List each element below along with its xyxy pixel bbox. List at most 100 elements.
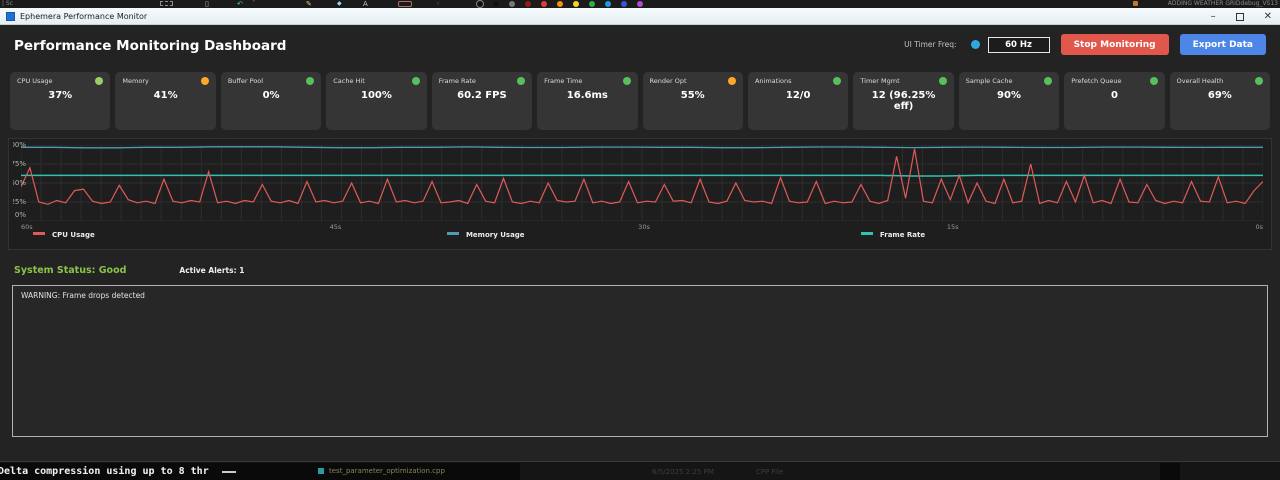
palette-color-dot xyxy=(589,1,595,7)
palette-color-dot xyxy=(509,1,515,7)
export-data-button[interactable]: Export Data xyxy=(1179,34,1266,55)
alert-list-item[interactable]: WARNING: Frame drops detected xyxy=(21,291,1259,300)
timer-freq-input[interactable] xyxy=(987,36,1050,53)
perf-chart-plot xyxy=(21,145,1263,221)
x-axis-tick: 60s xyxy=(21,223,33,231)
palette-color-dot xyxy=(525,1,531,7)
stop-monitoring-button[interactable]: Stop Monitoring xyxy=(1060,34,1169,55)
metric-card: CPU Usage 37% xyxy=(10,72,111,130)
clipboard-icon: ▯ xyxy=(205,0,209,8)
file-date-text: 6/5/2025 2:25 PM xyxy=(652,468,714,476)
timer-activity-indicator xyxy=(970,40,980,49)
y-axis-tick: 25% xyxy=(13,198,26,206)
metric-card-label: Overall Health xyxy=(1176,77,1224,85)
metric-card: Frame Time 16.6ms xyxy=(537,72,638,130)
page-title: Performance Monitoring Dashboard xyxy=(14,38,287,54)
metric-status-dot xyxy=(1044,77,1053,85)
maximize-button[interactable] xyxy=(1235,12,1244,21)
metric-card-value: 37% xyxy=(48,90,73,101)
dashboard-body: Performance Monitoring Dashboard UI Time… xyxy=(0,25,1280,461)
metric-card-label: Frame Rate xyxy=(438,77,476,85)
background-desktop-strip: Delta compression using up to 8 thr test… xyxy=(0,463,1280,480)
palette-color-dot xyxy=(621,1,627,7)
metric-status-dot xyxy=(95,77,104,85)
metric-card: Overall Health 69% xyxy=(1169,72,1271,130)
metric-card-label: Sample Cache xyxy=(965,77,1013,85)
file-type-text: CPP File xyxy=(756,468,784,476)
background-window-block xyxy=(1180,463,1280,480)
cpp-file-icon xyxy=(318,468,324,474)
legend-label: CPU Usage xyxy=(52,231,95,239)
metric-card-value: 0% xyxy=(262,90,280,101)
pencil-icon: ✎ xyxy=(306,0,312,8)
legend-swatch xyxy=(33,231,45,235)
titlebar: Ephemera Performance Monitor – ✕ xyxy=(0,8,1280,25)
circle-shape-icon: ◦ xyxy=(436,0,441,8)
legend-item: Memory Usage xyxy=(435,231,849,239)
screen: | Sc ▯ ↶ ˇ ✎ ◆ A ◦ ADDING WEATHER GRIDde… xyxy=(0,0,1280,480)
metric-card-label: Render Opt xyxy=(649,77,687,85)
background-window-block xyxy=(520,463,1160,480)
metric-card-label: Animations xyxy=(754,77,792,85)
active-alerts-label: Active Alerts: 1 xyxy=(179,265,245,275)
palette-color-dot xyxy=(605,1,611,7)
shape-tool-icon xyxy=(398,1,412,7)
metric-status-dot xyxy=(833,77,842,85)
metric-card: Memory 41% xyxy=(115,72,216,130)
metric-status-dot xyxy=(411,77,420,85)
metric-card-value: 12/0 xyxy=(785,90,811,101)
metric-card-label: Timer Mgmt xyxy=(860,77,900,85)
minimize-button[interactable]: – xyxy=(1211,8,1216,25)
eraser-icon: ◆ xyxy=(337,0,342,7)
background-text-fragment: | Sc xyxy=(2,0,14,7)
metric-status-dot xyxy=(200,77,209,85)
legend-swatch xyxy=(446,231,459,235)
palette-color-dot xyxy=(637,1,643,7)
metric-card: Render Opt 55% xyxy=(642,72,743,130)
metric-card-value: 0 xyxy=(1110,90,1118,101)
window-controls: – ✕ xyxy=(1211,8,1272,25)
system-status-label: System Status: Good xyxy=(14,264,127,276)
metric-card-value: 90% xyxy=(997,90,1021,101)
text-tool-icon: A xyxy=(363,0,368,8)
metric-card-value: 41% xyxy=(153,90,178,101)
metric-card-label: Cache Hit xyxy=(333,77,365,85)
metric-card-value: 16.6ms xyxy=(566,90,608,101)
dashboard-header: Performance Monitoring Dashboard UI Time… xyxy=(0,25,1280,65)
app-icon xyxy=(6,11,15,21)
legend-label: Memory Usage xyxy=(465,231,525,239)
metric-card-value: 55% xyxy=(680,90,705,101)
palette-color-dot xyxy=(493,1,499,7)
background-window-icon xyxy=(1133,1,1138,6)
metric-card: Sample Cache 90% xyxy=(958,72,1060,130)
metric-card: Cache Hit 100% xyxy=(326,72,427,130)
metric-status-dot xyxy=(938,77,947,85)
metric-card-label: CPU Usage xyxy=(17,77,53,85)
metric-card: Frame Rate 60.2 FPS xyxy=(431,72,533,130)
background-file-tab[interactable]: test_parameter_optimization.cpp xyxy=(318,467,445,475)
paint-color-palette xyxy=(477,1,643,7)
metric-cards-row: CPU Usage 37% Memory 41% Buffer Pool 0% Cache … xyxy=(10,72,1271,130)
timer-freq-label: UI Timer Freq: xyxy=(904,40,957,49)
background-window-title-fragment: ADDING WEATHER GRIDdebug_VS13 xyxy=(1167,0,1278,7)
close-button[interactable]: ✕ xyxy=(1264,8,1272,25)
chevron-down-icon: ˇ xyxy=(252,0,256,8)
terminal-output-text: Delta compression using up to 8 thr xyxy=(0,466,209,477)
metric-status-dot xyxy=(517,77,526,85)
metric-card: Timer Mgmt 12 (96.25% eff) xyxy=(853,72,954,130)
file-tab-label: test_parameter_optimization.cpp xyxy=(329,467,445,475)
x-axis-tick: 30s xyxy=(638,223,650,231)
selection-tool-icon xyxy=(160,1,173,6)
alerts-list[interactable]: WARNING: Frame drops detected xyxy=(12,285,1268,437)
header-controls: UI Timer Freq: Stop Monitoring Export Da… xyxy=(904,34,1266,55)
metric-card: Prefetch Queue 0 xyxy=(1064,72,1165,130)
app-window: Ephemera Performance Monitor – ✕ Perform… xyxy=(0,8,1280,462)
y-axis-tick: 50% xyxy=(13,179,26,187)
y-axis-tick: 100% xyxy=(13,141,26,149)
metric-status-dot xyxy=(727,77,736,85)
metric-card-label: Memory xyxy=(122,77,149,85)
metric-card-value: 100% xyxy=(361,90,392,101)
y-axis-tick: 0% xyxy=(14,211,26,219)
legend-item: CPU Usage xyxy=(21,231,435,239)
taskbar-dash-icon xyxy=(222,471,236,473)
